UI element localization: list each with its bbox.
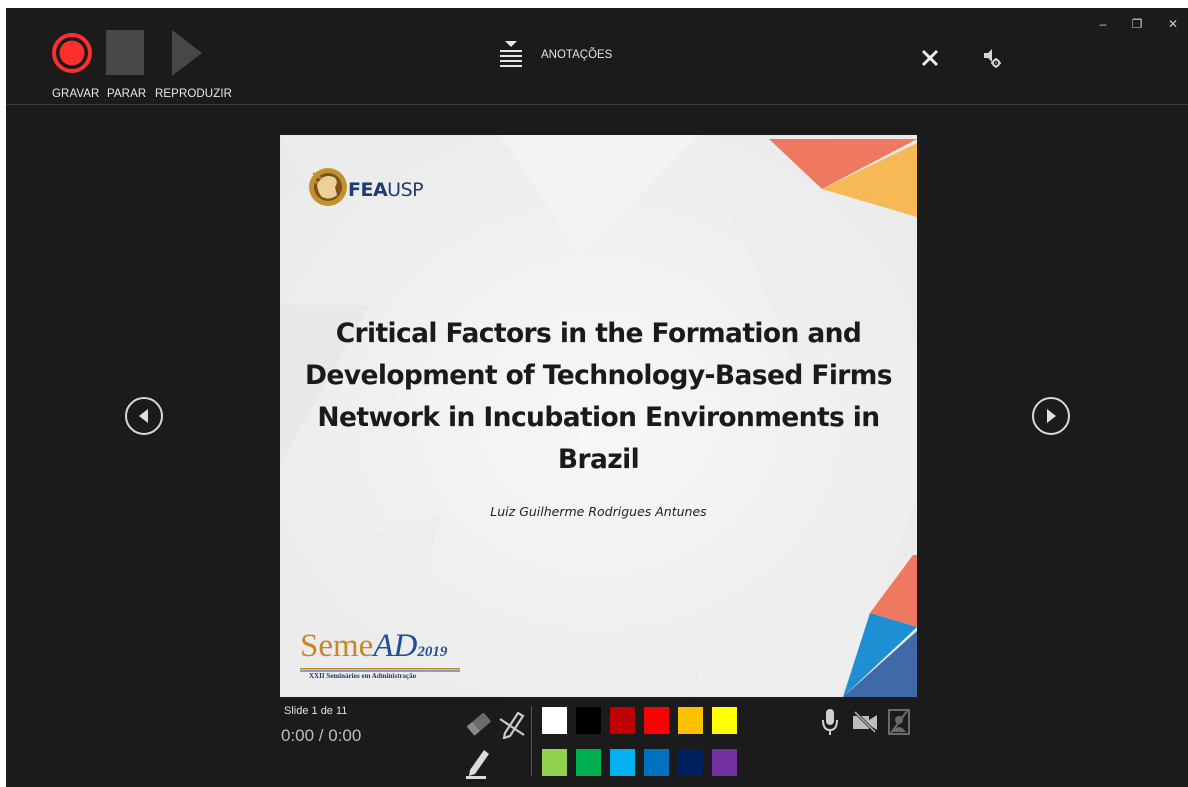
play-icon	[172, 30, 202, 76]
color-swatch[interactable]	[541, 706, 568, 735]
restore-button[interactable]: ❐	[1128, 16, 1146, 32]
semead-logo: SemeAD2019 XXII Seminários em Administra…	[300, 629, 460, 680]
palette-divider	[531, 706, 532, 776]
annotations-label: ANOTAÇÕES	[541, 49, 613, 61]
color-swatch[interactable]	[711, 706, 738, 735]
notes-toggle-icon	[500, 41, 522, 67]
pen-off-button[interactable]	[498, 707, 526, 740]
color-swatch[interactable]	[609, 706, 636, 735]
slide-preview: FEAUSP Critical Factors in the Formation…	[280, 135, 917, 697]
color-swatch[interactable]	[711, 748, 738, 777]
camera-preview-toggle[interactable]	[888, 709, 910, 735]
record-button[interactable]	[52, 29, 92, 75]
pen-button[interactable]	[464, 746, 494, 780]
feausp-logo: FEAUSP	[348, 179, 424, 201]
window-close-button[interactable]: ✕	[1164, 16, 1182, 32]
toolbar-divider	[6, 104, 1188, 105]
close-recording-button[interactable]	[921, 49, 939, 67]
previous-slide-icon	[139, 409, 148, 423]
stop-label[interactable]: PARAR	[107, 88, 146, 100]
pen-off-icon	[499, 711, 525, 740]
record-icon	[52, 33, 92, 73]
semead-subtitle: XXII Seminários em Administração	[309, 672, 417, 680]
audio-settings-icon	[984, 49, 1001, 68]
camera-toggle[interactable]	[851, 710, 879, 734]
camera-preview-off-icon	[888, 709, 910, 735]
color-swatch[interactable]	[541, 748, 568, 777]
annotations-toggle[interactable]: ANOTAÇÕES	[500, 41, 613, 73]
next-slide-button[interactable]	[1032, 397, 1070, 435]
slide-author: Luiz Guilherme Rodrigues Antunes	[490, 504, 707, 519]
microphone-icon	[822, 709, 838, 735]
eraser-icon	[466, 713, 491, 736]
stop-button[interactable]	[106, 30, 144, 75]
color-swatch[interactable]	[643, 748, 670, 777]
eraser-button[interactable]	[464, 709, 494, 739]
color-swatch[interactable]	[575, 748, 602, 777]
stop-icon	[106, 30, 144, 75]
slide-counter: Slide 1 de 11	[284, 705, 348, 717]
play-label[interactable]: REPRODUZIR	[155, 88, 232, 100]
restore-icon: ❐	[1131, 17, 1143, 31]
slide-title: Critical Factors in the Formation and De…	[305, 318, 893, 475]
color-swatch[interactable]	[609, 748, 636, 777]
previous-slide-button[interactable]	[125, 397, 163, 435]
color-swatch[interactable]	[643, 706, 670, 735]
minimize-button[interactable]: –	[1094, 16, 1112, 32]
close-icon	[921, 49, 939, 67]
play-button[interactable]	[172, 30, 202, 76]
record-label[interactable]: GRAVAR	[52, 88, 99, 100]
color-swatch[interactable]	[677, 748, 704, 777]
pen-icon	[466, 750, 489, 779]
color-swatch[interactable]	[677, 706, 704, 735]
camera-off-icon	[853, 710, 877, 734]
fea-seal	[309, 168, 347, 206]
audio-settings-button[interactable]	[982, 47, 1002, 69]
color-swatch[interactable]	[575, 706, 602, 735]
recording-window: GRAVAR PARAR REPRODUZIR ANOTAÇÕES – ❐ ✕ …	[6, 8, 1188, 787]
next-slide-icon	[1047, 409, 1056, 423]
microphone-toggle[interactable]	[822, 707, 838, 737]
recording-time: 0:00 / 0:00	[281, 726, 362, 745]
minimize-icon: –	[1099, 17, 1107, 31]
window-close-icon: ✕	[1167, 17, 1179, 31]
